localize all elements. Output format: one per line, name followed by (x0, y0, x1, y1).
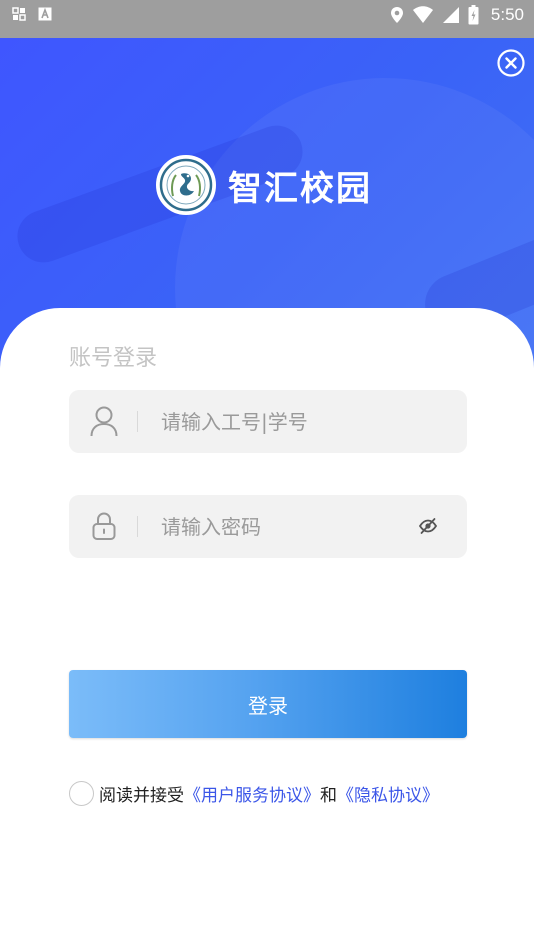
password-field[interactable] (69, 495, 467, 558)
status-bar: 5:50 (0, 0, 534, 38)
login-heading: 账号登录 (69, 346, 158, 371)
school-emblem-logo (156, 155, 216, 215)
close-circle-icon (497, 49, 525, 77)
signal-icon (442, 7, 459, 23)
field-divider (137, 516, 138, 537)
close-button[interactable] (496, 48, 526, 78)
user-icon (90, 406, 118, 437)
font-a-icon (38, 7, 52, 21)
login-screen: 5:50 智汇校园 账号登录 请输入工号|学号 登录 阅读并接受 《用户服务协议… (0, 0, 534, 950)
app-title: 智汇校园 (228, 168, 372, 209)
agreement-prefix: 阅读并接受 (99, 785, 184, 806)
notification-grid-icon (12, 7, 26, 21)
dragon-emblem-icon (159, 158, 213, 212)
status-time: 5:50 (490, 5, 524, 24)
wifi-icon (412, 6, 433, 23)
eye-off-icon[interactable] (418, 516, 438, 536)
login-card: 账号登录 登录 阅读并接 (0, 308, 534, 950)
location-icon (390, 7, 403, 23)
password-input[interactable] (161, 495, 411, 558)
brand: 智汇校园 (156, 155, 372, 215)
account-input[interactable] (161, 390, 411, 453)
battery-icon (468, 5, 479, 25)
agreement-conjunction: 和 (320, 785, 337, 806)
privacy-link[interactable]: 《隐私协议》 (337, 781, 439, 806)
agreement-checkbox[interactable] (69, 780, 94, 806)
account-field[interactable] (69, 390, 467, 453)
terms-link[interactable]: 《用户服务协议》 (184, 781, 320, 806)
agreement-row: 阅读并接受 《用户服务协议》 和 《隐私协议》 (69, 780, 439, 806)
lock-icon (92, 512, 116, 540)
login-button[interactable]: 登录 (69, 670, 467, 738)
field-divider (137, 411, 138, 432)
